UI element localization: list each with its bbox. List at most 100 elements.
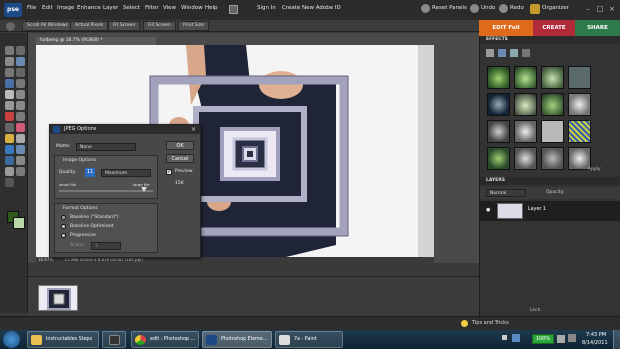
all-effects-icon[interactable] <box>522 49 530 57</box>
straighten-tool-icon[interactable] <box>5 178 14 187</box>
move-tool-icon[interactable] <box>5 46 14 55</box>
quality-preset-select[interactable]: Maximum <box>101 169 151 177</box>
layer-row[interactable]: ● Layer 1 <box>480 201 620 221</box>
effect-thumb[interactable] <box>514 66 537 89</box>
lasso-tool-icon[interactable] <box>16 68 25 77</box>
eyedropper-tool-icon[interactable] <box>16 57 25 66</box>
quick-selection-tool-icon[interactable] <box>16 79 25 88</box>
blur-tool-icon[interactable] <box>16 156 25 165</box>
volume-icon[interactable] <box>557 335 565 343</box>
photo-effects-icon[interactable] <box>510 49 518 57</box>
paint-bucket-tool-icon[interactable] <box>5 145 14 154</box>
baseline-standard-radio[interactable] <box>61 215 66 220</box>
menu-image[interactable]: Image <box>57 5 74 11</box>
menu-edit[interactable]: Edit <box>42 5 53 11</box>
brush-tool-icon[interactable] <box>5 134 14 143</box>
tab-share[interactable]: SHARE <box>575 20 620 36</box>
pencil-tool-icon[interactable] <box>16 167 25 176</box>
progressive-radio[interactable] <box>61 233 66 238</box>
redo-icon[interactable] <box>499 4 508 13</box>
effect-thumb[interactable] <box>514 147 537 170</box>
sign-in-link[interactable]: Sign In <box>257 5 276 11</box>
effect-thumb[interactable] <box>514 120 537 143</box>
print-size-button[interactable]: Print Size <box>178 21 210 31</box>
fit-screen-button[interactable]: Fit Screen <box>108 21 141 31</box>
layer-name[interactable]: Layer 1 <box>528 207 546 212</box>
background-color-swatch[interactable] <box>13 217 25 229</box>
tips-and-tricks-link[interactable]: Tips and Tricks <box>472 320 509 326</box>
dialog-close-icon[interactable]: × <box>191 126 196 133</box>
show-desktop-button[interactable] <box>613 330 620 349</box>
shape-tool-icon[interactable] <box>5 156 14 165</box>
battery-indicator[interactable]: 100% <box>532 334 554 344</box>
scroll-all-windows-checkbox[interactable]: Scroll All Windows <box>22 21 73 31</box>
apply-button[interactable]: Apply <box>588 167 601 172</box>
bin-thumbnail[interactable] <box>38 285 78 311</box>
fill-screen-button[interactable]: Fill Screen <box>143 21 176 31</box>
quality-input[interactable]: 11 <box>85 168 95 177</box>
effect-thumb[interactable] <box>514 93 537 116</box>
minimize-icon[interactable]: – <box>583 4 593 14</box>
actual-pixels-button[interactable]: Actual Pixels <box>70 21 109 31</box>
menu-filter[interactable]: Filter <box>145 5 159 11</box>
menu-file[interactable]: File <box>27 5 36 11</box>
blend-mode-select[interactable]: Normal <box>486 189 526 197</box>
quality-slider-handle[interactable] <box>141 187 147 192</box>
hand-tool-icon[interactable] <box>5 57 14 66</box>
workspace-icon[interactable] <box>229 5 238 14</box>
effect-thumb[interactable] <box>568 93 591 116</box>
organizer-button[interactable]: Organizer <box>542 5 569 11</box>
reset-panels-icon[interactable] <box>421 4 430 13</box>
visibility-icon[interactable]: ● <box>486 207 492 213</box>
sponge-tool-icon[interactable] <box>5 167 14 176</box>
cookie-cutter-tool-icon[interactable] <box>16 101 25 110</box>
effect-thumb[interactable] <box>487 93 510 116</box>
taskbar-item-media[interactable] <box>102 331 126 348</box>
red-eye-tool-icon[interactable] <box>5 112 14 121</box>
marquee-tool-icon[interactable] <box>5 68 14 77</box>
effect-thumb[interactable] <box>541 147 564 170</box>
undo-button[interactable]: Undo <box>481 5 495 11</box>
preview-checkbox[interactable]: ✓ <box>166 169 172 175</box>
menu-window[interactable]: Window <box>181 5 203 11</box>
effect-thumb[interactable] <box>487 120 510 143</box>
taskbar-item-paint[interactable]: 7a - Paint <box>275 331 343 348</box>
clock-date[interactable]: 8/14/2011 <box>582 340 608 346</box>
organizer-icon[interactable] <box>530 4 540 14</box>
quality-slider-track[interactable] <box>59 190 153 192</box>
effect-thumb[interactable] <box>487 66 510 89</box>
tab-create[interactable]: CREATE <box>533 20 575 36</box>
tab-edit[interactable]: EDIT Full <box>479 20 533 36</box>
cancel-button[interactable]: Cancel <box>166 154 194 163</box>
type-tool-icon[interactable] <box>5 90 14 99</box>
effect-thumb[interactable] <box>487 147 510 170</box>
taskbar-item-instructables[interactable]: Instructables Steps <box>27 331 99 348</box>
menu-enhance[interactable]: Enhance <box>77 5 101 11</box>
restore-icon[interactable]: □ <box>595 4 605 14</box>
baseline-optimized-radio[interactable] <box>61 224 66 229</box>
undo-icon[interactable] <box>470 4 479 13</box>
start-button[interactable] <box>3 331 20 348</box>
close-icon[interactable]: × <box>607 4 617 14</box>
layer-styles-icon[interactable] <box>498 49 506 57</box>
smart-brush-tool-icon[interactable] <box>16 134 25 143</box>
effect-thumb[interactable] <box>541 66 564 89</box>
document-tab[interactable]: fullbeng @ 16.7% (RGB/8) * <box>36 37 156 45</box>
filters-icon[interactable] <box>486 49 494 57</box>
redo-button[interactable]: Redo <box>510 5 524 11</box>
taskbar-item-photoshop[interactable]: Photoshop Eleme... <box>202 331 272 348</box>
tray-arrow-icon[interactable] <box>502 335 507 340</box>
menu-layer[interactable]: Layer <box>103 5 118 11</box>
network-icon[interactable] <box>512 334 520 342</box>
eraser-tool-icon[interactable] <box>16 123 25 132</box>
layer-thumbnail[interactable] <box>497 203 523 219</box>
magic-wand-tool-icon[interactable] <box>5 79 14 88</box>
effect-thumb[interactable] <box>541 120 564 143</box>
clone-stamp-tool-icon[interactable] <box>5 123 14 132</box>
recompose-tool-icon[interactable] <box>5 101 14 110</box>
crop-tool-icon[interactable] <box>16 90 25 99</box>
scans-select[interactable]: 3 <box>91 242 121 250</box>
menu-view[interactable]: View <box>163 5 176 11</box>
effect-thumb[interactable] <box>541 93 564 116</box>
menu-help[interactable]: Help <box>205 5 218 11</box>
